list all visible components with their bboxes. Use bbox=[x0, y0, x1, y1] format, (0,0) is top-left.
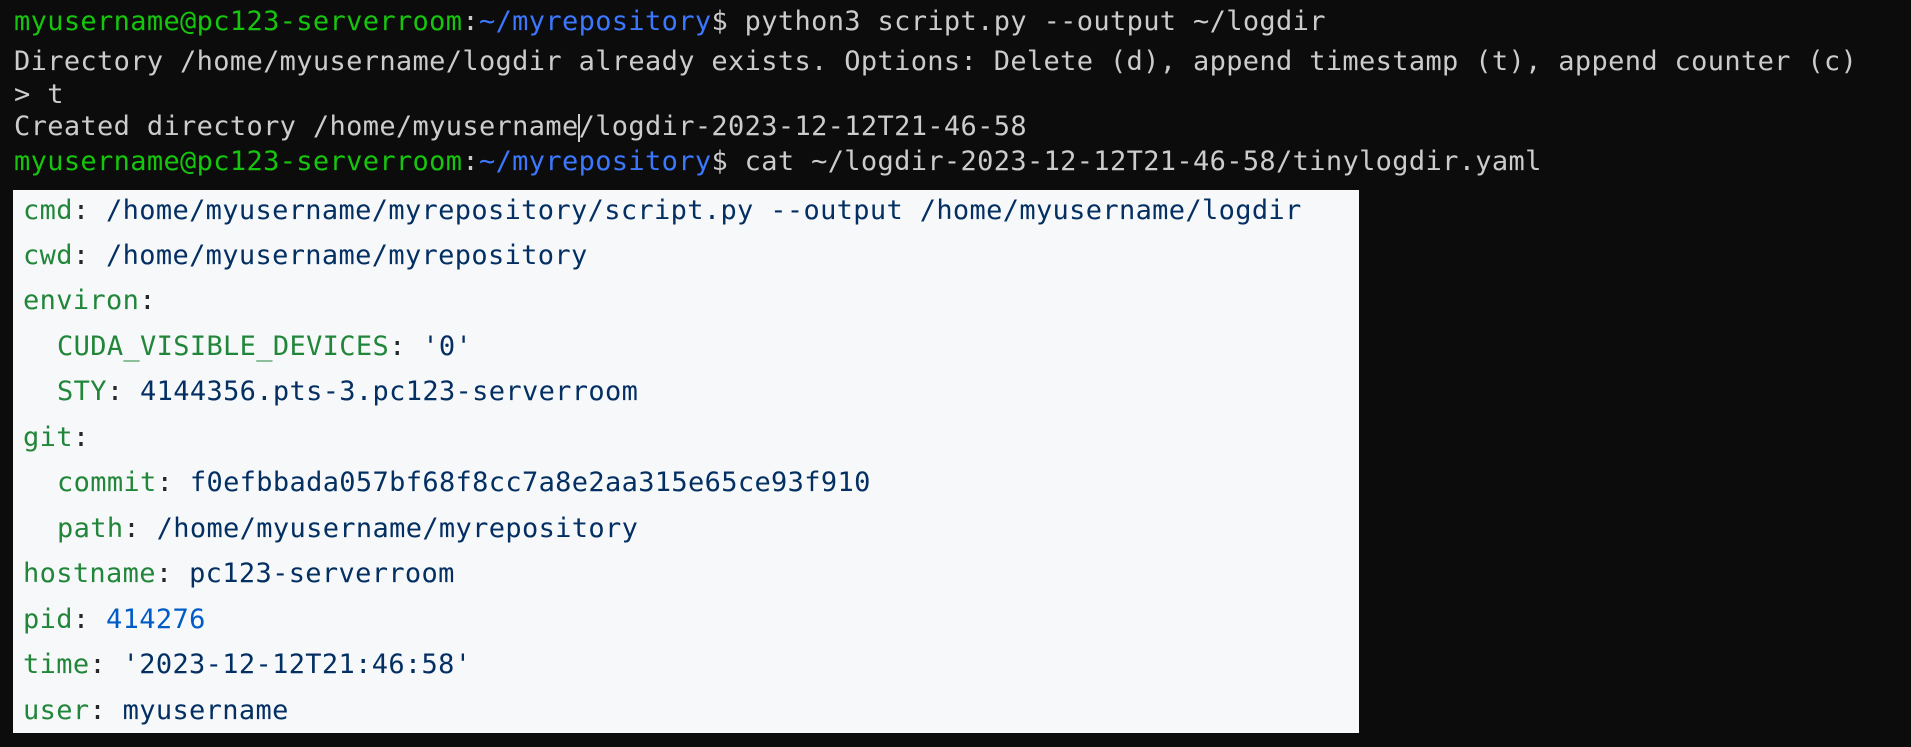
yaml-value: 414276 bbox=[106, 604, 206, 635]
yaml-line-time: time: '2023-12-12T21:46:58' bbox=[23, 649, 472, 680]
yaml-line-cuda-visible-devices: CUDA_VISIBLE_DEVICES: '0' bbox=[57, 331, 473, 362]
yaml-key: commit bbox=[57, 467, 157, 498]
yaml-line-sty: STY: 4144356.pts-3.pc123-serverroom bbox=[57, 376, 639, 407]
yaml-line-git: git: bbox=[23, 422, 90, 453]
prompt-user-host: myusername@pc123-serverroom bbox=[14, 146, 463, 177]
yaml-line-cwd: cwd: /home/myusername/myrepository bbox=[23, 240, 588, 271]
prompt-symbol: $ bbox=[711, 146, 729, 177]
yaml-key: cwd bbox=[23, 240, 73, 271]
yaml-key: STY bbox=[57, 376, 107, 407]
prompt-path: ~/myrepository bbox=[478, 6, 712, 37]
yaml-value: /home/myusername/myrepository/script.py … bbox=[106, 195, 1302, 226]
created-directory-text: Created directory /home/myusername bbox=[14, 111, 579, 142]
yaml-key: CUDA_VISIBLE_DEVICES bbox=[57, 331, 390, 362]
yaml-value: /home/myusername/myrepository bbox=[106, 240, 588, 271]
yaml-line-cmd: cmd: /home/myusername/myrepository/scrip… bbox=[23, 195, 1302, 226]
yaml-value: myusername bbox=[122, 695, 289, 726]
terminal-output-directory-exists: Directory /home/myusername/logdir alread… bbox=[14, 46, 1858, 77]
yaml-key: path bbox=[57, 513, 124, 544]
yaml-key: cmd bbox=[23, 195, 73, 226]
yaml-value: /home/myusername/myrepository bbox=[156, 513, 639, 544]
prompt-user-host: myusername@pc123-serverroom bbox=[14, 6, 463, 37]
prompt-symbol: $ bbox=[711, 6, 729, 37]
yaml-value: '2023-12-12T21:46:58' bbox=[122, 649, 472, 680]
yaml-value: f0efbbada057bf68f8cc7a8e2aa315e65ce93f91… bbox=[189, 467, 871, 498]
yaml-key: pid bbox=[23, 604, 73, 635]
yaml-key: user bbox=[23, 695, 90, 726]
terminal-line-command-cat: myusername@pc123-serverroom:~/myreposito… bbox=[14, 145, 1542, 179]
command-text: cat ~/logdir-2023-12-12T21-46-58/tinylog… bbox=[728, 146, 1542, 177]
yaml-line-user: user: myusername bbox=[23, 695, 289, 726]
terminal-output-created-directory: Created directory /home/myusername/logdi… bbox=[14, 110, 1027, 144]
yaml-key: hostname bbox=[23, 558, 156, 589]
yaml-key: environ bbox=[23, 285, 140, 316]
yaml-value: pc123-serverroom bbox=[189, 558, 455, 589]
created-directory-text-suffix: /logdir-2023-12-12T21-46-58 bbox=[578, 111, 1027, 142]
yaml-value: 4144356.pts-3.pc123-serverroom bbox=[140, 376, 639, 407]
yaml-output-block: cmd: /home/myusername/myrepository/scrip… bbox=[13, 190, 1359, 733]
terminal-line-command-python: myusername@pc123-serverroom:~/myreposito… bbox=[14, 5, 1326, 39]
prompt-colon: : bbox=[462, 146, 479, 177]
yaml-line-commit: commit: f0efbbada057bf68f8cc7a8e2aa315e6… bbox=[57, 467, 871, 498]
yaml-value: '0' bbox=[422, 331, 473, 362]
yaml-line-environ: environ: bbox=[23, 285, 156, 316]
yaml-key: git bbox=[23, 422, 73, 453]
terminal-user-input: > t bbox=[14, 79, 64, 110]
yaml-line-path: path: /home/myusername/myrepository bbox=[57, 513, 639, 544]
prompt-colon: : bbox=[462, 6, 479, 37]
yaml-key: time bbox=[23, 649, 90, 680]
yaml-line-pid: pid: 414276 bbox=[23, 604, 206, 635]
command-text: python3 script.py --output ~/logdir bbox=[728, 6, 1326, 37]
yaml-line-hostname: hostname: pc123-serverroom bbox=[23, 558, 455, 589]
terminal-window[interactable]: myusername@pc123-serverroom:~/myreposito… bbox=[0, 0, 1911, 747]
prompt-path: ~/myrepository bbox=[478, 146, 712, 177]
